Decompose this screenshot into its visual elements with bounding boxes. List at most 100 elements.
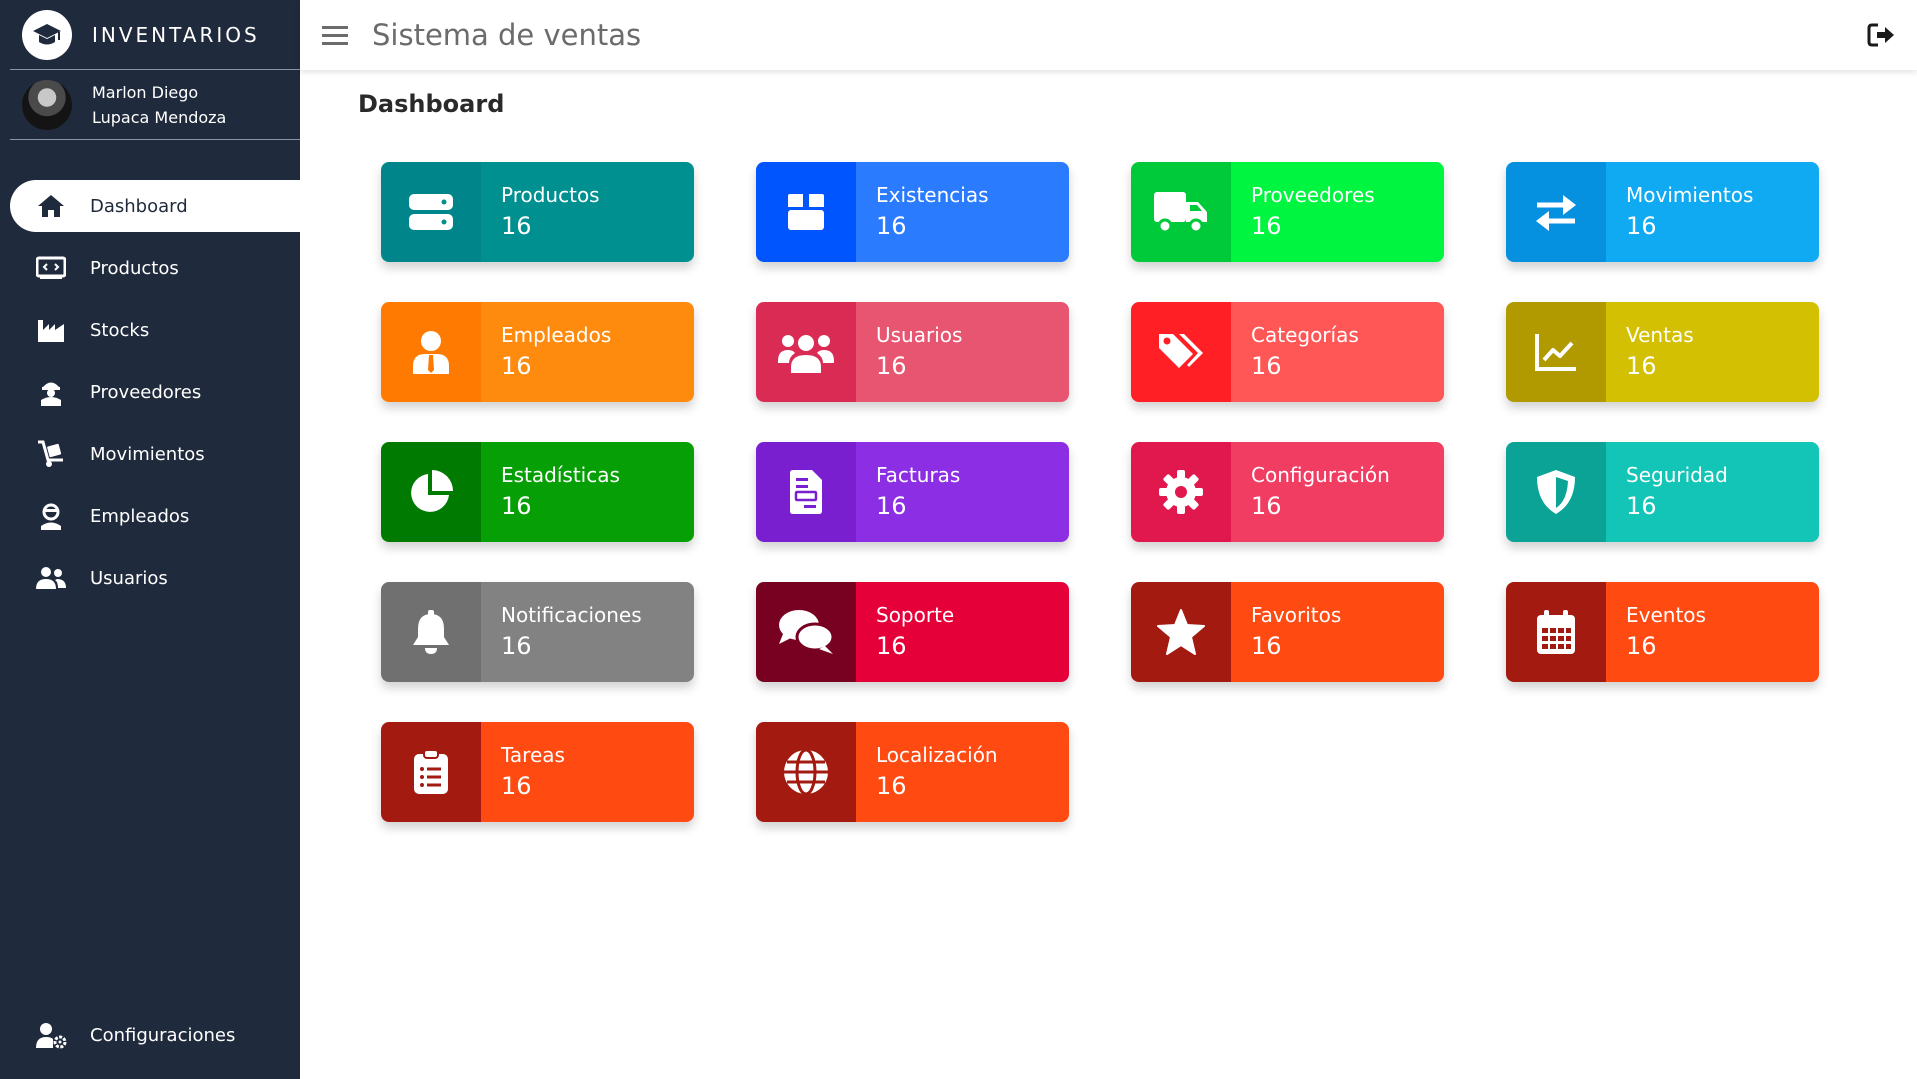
card-label: Eventos: [1626, 603, 1706, 627]
sidebar: INVENTARIOS Marlon Diego Lupaca Mendoza …: [0, 0, 300, 1079]
sidebar-item-dashboard[interactable]: Dashboard: [10, 180, 300, 232]
card-value: 16: [501, 632, 532, 660]
card-body: Estadísticas 16: [481, 442, 694, 542]
card-movimientos[interactable]: Movimientos 16: [1506, 162, 1819, 262]
card-productos[interactable]: Productos 16: [381, 162, 694, 262]
dashboard-card-grid: Productos 16 Existencias 16 Proveedores …: [381, 162, 1819, 822]
sidebar-item-productos[interactable]: Productos: [10, 242, 300, 294]
card-body: Facturas 16: [856, 442, 1069, 542]
sidebar-item-configuraciones[interactable]: Configuraciones: [10, 1009, 300, 1061]
card-body: Notificaciones 16: [481, 582, 694, 682]
card-label: Empleados: [501, 323, 612, 347]
sidebar-item-label: Empleados: [90, 505, 190, 527]
cart-icon: [35, 438, 67, 470]
card-label: Usuarios: [876, 323, 963, 347]
sidebar-item-label: Stocks: [90, 319, 150, 341]
server-icon: [381, 162, 481, 262]
clipboard-icon: [381, 722, 481, 822]
sidebar-item-usuarios[interactable]: Usuarios: [10, 552, 300, 604]
card-favoritos[interactable]: Favoritos 16: [1131, 582, 1444, 682]
card-notificaciones[interactable]: Notificaciones 16: [381, 582, 694, 682]
tags-icon: [1131, 302, 1231, 402]
card-label: Movimientos: [1626, 183, 1754, 207]
sidebar-nav: Dashboard Productos Stocks Proveedores M…: [0, 180, 300, 604]
card-value: 16: [501, 492, 532, 520]
box-icon: [756, 162, 856, 262]
card-label: Ventas: [1626, 323, 1694, 347]
sidebar-item-proveedores[interactable]: Proveedores: [10, 366, 300, 418]
bell-icon: [381, 582, 481, 682]
card-configuracion[interactable]: Configuración 16: [1131, 442, 1444, 542]
sidebar-item-label: Movimientos: [90, 443, 205, 465]
truck-icon: [1131, 162, 1231, 262]
arrows-exchange-icon: [1506, 162, 1606, 262]
card-label: Existencias: [876, 183, 989, 207]
card-value: 16: [501, 772, 532, 800]
card-body: Empleados 16: [481, 302, 694, 402]
card-existencias[interactable]: Existencias 16: [756, 162, 1069, 262]
card-value: 16: [1251, 212, 1282, 240]
card-tareas[interactable]: Tareas 16: [381, 722, 694, 822]
card-value: 16: [876, 632, 907, 660]
card-usuarios[interactable]: Usuarios 16: [756, 302, 1069, 402]
card-localizacion[interactable]: Localización 16: [756, 722, 1069, 822]
globe-icon: [756, 722, 856, 822]
card-value: 16: [1626, 352, 1657, 380]
card-body: Eventos 16: [1606, 582, 1819, 682]
user-profile: Marlon Diego Lupaca Mendoza: [10, 70, 300, 140]
card-value: 16: [1626, 212, 1657, 240]
chart-line-icon: [1506, 302, 1606, 402]
card-label: Localización: [876, 743, 998, 767]
graduation-cap-logo-icon: [22, 9, 72, 60]
card-body: Movimientos 16: [1606, 162, 1819, 262]
card-label: Seguridad: [1626, 463, 1728, 487]
card-ventas[interactable]: Ventas 16: [1506, 302, 1819, 402]
card-proveedores[interactable]: Proveedores 16: [1131, 162, 1444, 262]
card-soporte[interactable]: Soporte 16: [756, 582, 1069, 682]
card-eventos[interactable]: Eventos 16: [1506, 582, 1819, 682]
employee-icon: [35, 500, 67, 532]
card-value: 16: [876, 352, 907, 380]
hamburger-icon: [322, 26, 348, 45]
user-name-line2: Lupaca Mendoza: [92, 107, 227, 127]
pie-chart-icon: [381, 442, 481, 542]
star-icon: [1131, 582, 1231, 682]
card-value: 16: [1626, 632, 1657, 660]
sidebar-item-empleados[interactable]: Empleados: [10, 490, 300, 542]
card-estadisticas[interactable]: Estadísticas 16: [381, 442, 694, 542]
card-body: Proveedores 16: [1231, 162, 1444, 262]
card-body: Usuarios 16: [856, 302, 1069, 402]
sidebar-item-label: Dashboard: [90, 195, 188, 217]
card-label: Estadísticas: [501, 463, 620, 487]
card-value: 16: [876, 772, 907, 800]
sidebar-item-stocks[interactable]: Stocks: [10, 304, 300, 356]
group-icon: [756, 302, 856, 402]
card-label: Notificaciones: [501, 603, 642, 627]
employee-tie-icon: [381, 302, 481, 402]
card-label: Tareas: [501, 743, 565, 767]
shield-icon: [1506, 442, 1606, 542]
invoice-icon: [756, 442, 856, 542]
menu-toggle-button[interactable]: [318, 18, 352, 52]
card-label: Configuración: [1251, 463, 1390, 487]
card-label: Favoritos: [1251, 603, 1342, 627]
card-categorias[interactable]: Categorías 16: [1131, 302, 1444, 402]
card-value: 16: [1626, 492, 1657, 520]
card-label: Proveedores: [1251, 183, 1375, 207]
supplier-icon: [35, 376, 67, 408]
card-empleados[interactable]: Empleados 16: [381, 302, 694, 402]
gear-icon: [1131, 442, 1231, 542]
card-label: Productos: [501, 183, 600, 207]
logout-button[interactable]: [1865, 18, 1899, 52]
sidebar-item-movimientos[interactable]: Movimientos: [10, 428, 300, 480]
card-facturas[interactable]: Facturas 16: [756, 442, 1069, 542]
card-label: Categorías: [1251, 323, 1359, 347]
brand: INVENTARIOS: [10, 0, 300, 70]
card-value: 16: [1251, 492, 1282, 520]
user-gear-icon: [35, 1019, 67, 1051]
card-value: 16: [501, 352, 532, 380]
card-value: 16: [1251, 632, 1282, 660]
card-seguridad[interactable]: Seguridad 16: [1506, 442, 1819, 542]
sidebar-item-label: Configuraciones: [90, 1024, 236, 1046]
card-value: 16: [1251, 352, 1282, 380]
